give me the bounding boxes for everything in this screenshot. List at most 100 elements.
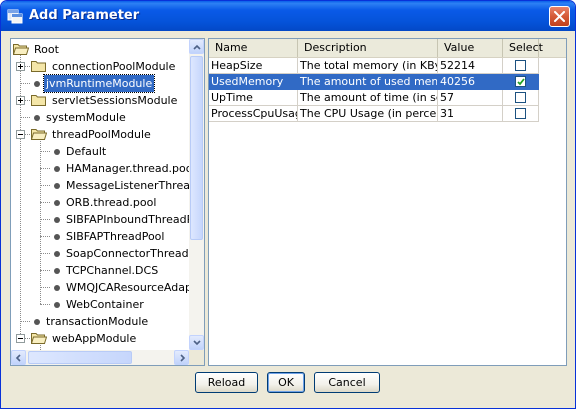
cell-select (503, 106, 539, 122)
table-header: Name Description Value Select (209, 39, 566, 58)
leaf-bullet-icon (54, 149, 60, 155)
scroll-thumb-horizontal[interactable] (28, 351, 132, 364)
tree-node[interactable]: jvmRuntimeModule (11, 74, 189, 93)
close-button[interactable] (549, 6, 570, 27)
tree-connector-line (20, 83, 30, 84)
cell-select (503, 74, 539, 90)
tree-node-label[interactable]: jvmRuntimeModule (42, 74, 156, 93)
tree-node-label[interactable]: webAppModule (50, 330, 138, 347)
tree-node[interactable]: SIBFAPThreadPool (11, 228, 189, 245)
table-row[interactable]: HeapSizeThe total memory (in KByt...5221… (209, 58, 539, 74)
scroll-left-button[interactable] (11, 350, 26, 365)
tree-connector-line (40, 287, 50, 288)
chevron-down-icon (193, 340, 201, 346)
select-checkbox[interactable] (515, 76, 526, 87)
cell-name[interactable]: ProcessCpuUsage (209, 106, 298, 122)
tree-node-label[interactable]: SoapConnectorThreadPool (64, 245, 189, 262)
tree-node-label[interactable]: transactionModule (44, 313, 150, 330)
collapse-icon[interactable] (16, 334, 25, 343)
table-row[interactable]: ProcessCpuUsageThe CPU Usage (in percen.… (209, 106, 539, 122)
tree-node-label[interactable]: ORB.thread.pool (64, 194, 158, 211)
tree-connector-line (40, 151, 50, 152)
collapse-icon[interactable] (16, 130, 25, 139)
leaf-bullet-icon (34, 319, 40, 325)
select-checkbox[interactable] (515, 108, 526, 119)
select-checkbox[interactable] (515, 92, 526, 103)
parameter-table[interactable]: Name Description Value Select HeapSize Th… (208, 38, 567, 366)
checkmark-icon (517, 78, 525, 86)
tree-node-label[interactable]: SIBFAPThreadPool (64, 228, 166, 245)
tree-node[interactable]: transactionModule (11, 313, 189, 330)
folder-open-icon (31, 129, 47, 140)
scroll-right-button[interactable] (174, 350, 189, 365)
tree-node[interactable]: SoapConnectorThreadPool (11, 245, 189, 262)
chevron-up-icon (193, 44, 201, 50)
tree-node[interactable]: threadPoolModule (11, 126, 189, 143)
tree-node-label[interactable]: threadPoolModule (50, 126, 153, 143)
tree-node-label[interactable]: servletSessionsModule (50, 92, 179, 109)
column-header-select[interactable]: Select (503, 39, 543, 57)
cell-description[interactable]: The CPU Usage (in percen... (298, 106, 438, 122)
tree-node-label[interactable]: Root (32, 41, 61, 58)
expand-icon[interactable] (16, 96, 25, 105)
select-checkbox[interactable] (515, 60, 526, 71)
tree-vertical-scrollbar[interactable] (189, 39, 204, 350)
column-header-name[interactable]: Name (209, 39, 298, 57)
reload-button[interactable]: Reload (195, 372, 258, 393)
cell-description[interactable]: The total memory (in KByt... (298, 58, 438, 74)
cell-name[interactable]: UpTime (209, 90, 298, 106)
tree-connector-line (40, 236, 50, 237)
leaf-bullet-icon (54, 268, 60, 274)
tree-node[interactable]: SIBFAPInboundThreadPool (11, 211, 189, 228)
cell-value[interactable]: 57 (438, 90, 503, 106)
table-row[interactable]: UpTimeThe amount of time (in sec...57 (209, 90, 539, 106)
tree-node-label[interactable]: TCPChannel.DCS (64, 262, 160, 279)
cell-name[interactable]: HeapSize (209, 58, 298, 74)
tree-node[interactable]: MessageListenerThreadPool (11, 177, 189, 194)
tree-node-label[interactable]: systemModule (44, 109, 128, 126)
tree-node[interactable]: WMQJCAResourceAdapter (11, 279, 189, 296)
tree-node[interactable]: ORB.thread.pool (11, 194, 189, 211)
tree-node-label[interactable]: connectionPoolModule (50, 58, 177, 75)
tree-node[interactable]: systemModule (11, 109, 189, 126)
tree-node[interactable]: HAManager.thread.pool (11, 160, 189, 177)
cell-value[interactable]: 31 (438, 106, 503, 122)
dialog-body: Root connectionPoolModule jvmRuntimeModule… (4, 31, 572, 405)
tree-connector-line (40, 304, 50, 305)
tree-horizontal-scrollbar[interactable] (11, 350, 189, 365)
tree-node-label[interactable]: MessageListenerThreadPool (64, 177, 189, 194)
tree-node[interactable]: webAppModule (11, 330, 189, 347)
column-header-description[interactable]: Description (298, 39, 438, 57)
tree-node[interactable]: WebContainer (11, 296, 189, 313)
cell-value[interactable]: 40256 (438, 74, 503, 90)
tree-node-label[interactable]: SIBFAPInboundThreadPool (64, 211, 189, 228)
tree-node[interactable]: connectionPoolModule (11, 58, 189, 75)
tree-connector-line (40, 270, 50, 271)
add-parameter-dialog: Add Parameter Root connectionPoolModule jv… (0, 0, 576, 409)
tree-node[interactable]: servletSessionsModule (11, 92, 189, 109)
tree-node[interactable]: Default (11, 143, 189, 160)
scroll-down-button[interactable] (189, 335, 204, 350)
column-header-value[interactable]: Value (438, 39, 503, 57)
tree-connector-line (20, 117, 30, 118)
cell-description[interactable]: The amount of time (in sec... (298, 90, 438, 106)
expand-icon[interactable] (16, 62, 25, 71)
tree-node-label[interactable]: HAManager.thread.pool (64, 160, 189, 177)
tree-node[interactable]: Root (11, 41, 189, 58)
tree-node-label[interactable]: Default (64, 143, 108, 160)
module-tree[interactable]: Root connectionPoolModule jvmRuntimeModule… (10, 38, 205, 366)
cancel-button[interactable]: Cancel (314, 372, 380, 393)
table-row[interactable]: UsedMemoryThe amount of used memo...4025… (209, 74, 539, 90)
tree-node[interactable]: TCPChannel.DCS (11, 262, 189, 279)
scroll-thumb-vertical[interactable] (190, 56, 203, 240)
scroll-up-button[interactable] (189, 39, 204, 54)
cell-value[interactable]: 52214 (438, 58, 503, 74)
tree-node-label[interactable]: WebContainer (64, 296, 146, 313)
title-bar[interactable]: Add Parameter (1, 1, 575, 31)
cell-name[interactable]: UsedMemory (209, 74, 298, 90)
ok-button[interactable]: OK (267, 372, 305, 393)
tree-node-label[interactable]: WMQJCAResourceAdapter (64, 279, 189, 296)
leaf-bullet-icon (54, 217, 60, 223)
leaf-bullet-icon (54, 302, 60, 308)
cell-description[interactable]: The amount of used memo... (298, 74, 438, 90)
